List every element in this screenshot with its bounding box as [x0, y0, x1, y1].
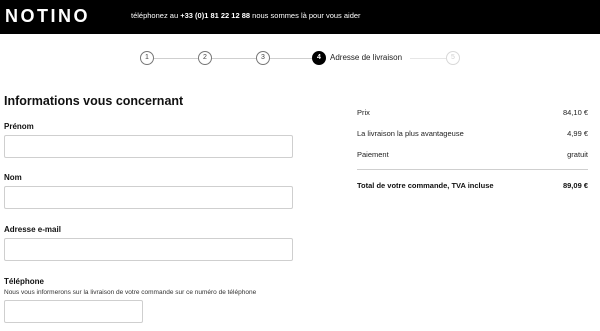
last-name-input[interactable] — [4, 186, 293, 209]
contact-phone[interactable]: +33 (0)1 81 22 12 88 — [180, 11, 250, 20]
email-input[interactable] — [4, 238, 293, 261]
total-value: 89,09 € — [562, 181, 588, 190]
section-title: Informations vous concernant — [4, 94, 184, 108]
payment-label: Paiement — [357, 150, 389, 159]
step-4-label: Adresse de livraison — [330, 53, 403, 62]
step-connector — [270, 58, 312, 59]
payment-value: gratuit — [567, 150, 588, 159]
top-bar: NOTINO téléphonez au +33 (0)1 81 22 12 8… — [0, 0, 600, 34]
delivery-value: 4,99 € — [567, 129, 588, 138]
summary-row-payment: Paiement gratuit — [357, 150, 588, 159]
checkout-stepper: 1 2 3 4 Adresse de livraison 5 — [140, 51, 460, 67]
price-value: 84,10 € — [562, 108, 588, 117]
phone-input[interactable] — [4, 300, 143, 323]
contact-suffix: nous sommes là pour vous aider — [252, 11, 361, 20]
step-connector — [212, 58, 256, 59]
notino-logo[interactable]: NOTINO — [5, 6, 90, 27]
phone-hint: Nous vous informerons sur la livraison d… — [4, 289, 257, 296]
summary-row-price: Prix 84,10 € — [357, 108, 588, 117]
step-connector — [410, 58, 446, 59]
price-label: Prix — [357, 108, 370, 117]
step-2[interactable]: 2 — [198, 51, 212, 65]
phone-label: Téléphone — [4, 277, 45, 286]
step-4: 4 — [312, 51, 326, 65]
summary-divider — [357, 169, 588, 170]
summary-row-delivery: La livraison la plus avantageuse 4,99 € — [357, 129, 588, 138]
summary-row-total: Total de votre commande, TVA incluse 89,… — [357, 181, 588, 190]
first-name-input[interactable] — [4, 135, 293, 158]
contact-prefix: téléphonez au — [131, 11, 179, 20]
step-1[interactable]: 1 — [140, 51, 154, 65]
last-name-label: Nom — [4, 173, 22, 182]
delivery-label: La livraison la plus avantageuse — [357, 129, 464, 138]
total-label: Total de votre commande, TVA incluse — [357, 181, 494, 190]
contact-info: téléphonez au +33 (0)1 81 22 12 88 nous … — [131, 11, 361, 20]
email-label: Adresse e-mail — [4, 225, 61, 234]
first-name-label: Prénom — [4, 122, 34, 131]
step-5: 5 — [446, 51, 460, 65]
step-connector — [154, 58, 198, 59]
step-3[interactable]: 3 — [256, 51, 270, 65]
